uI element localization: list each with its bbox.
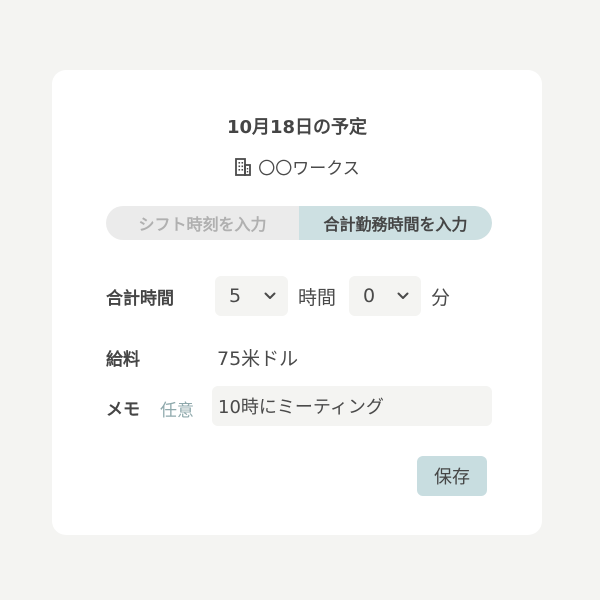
total-time-label: 合計時間 bbox=[106, 289, 174, 309]
page-title: 10月18日の予定 bbox=[226, 117, 368, 138]
hours-unit: 時間 bbox=[298, 287, 337, 309]
schedule-card: 10月18日の予定 〇〇ワークス シフト時刻を入力 合計勤務時間を入力 合計時間… bbox=[52, 70, 542, 535]
memo-label: メモ bbox=[106, 400, 140, 420]
save-button[interactable]: 保存 bbox=[417, 456, 487, 496]
chevron-down-icon bbox=[397, 292, 409, 300]
tab-shift-times[interactable]: シフト時刻を入力 bbox=[106, 206, 299, 240]
salary-value: 75米ドル bbox=[217, 348, 299, 370]
hours-value: 5 bbox=[229, 285, 242, 307]
workplace-name: 〇〇ワークス bbox=[258, 159, 360, 179]
hours-select[interactable]: 5 bbox=[215, 276, 288, 316]
optional-badge: 任意 bbox=[160, 401, 194, 421]
workplace-line: 〇〇ワークス bbox=[52, 154, 542, 179]
minutes-value: 0 bbox=[363, 285, 376, 307]
memo-input[interactable] bbox=[212, 386, 492, 426]
minutes-select[interactable]: 0 bbox=[349, 276, 421, 316]
salary-label: 給料 bbox=[106, 350, 140, 370]
input-mode-toggle: シフト時刻を入力 合計勤務時間を入力 bbox=[106, 206, 492, 240]
chevron-down-icon bbox=[264, 292, 276, 300]
building-icon bbox=[234, 157, 252, 176]
minutes-unit: 分 bbox=[431, 287, 451, 309]
tab-total-hours[interactable]: 合計勤務時間を入力 bbox=[299, 206, 492, 240]
